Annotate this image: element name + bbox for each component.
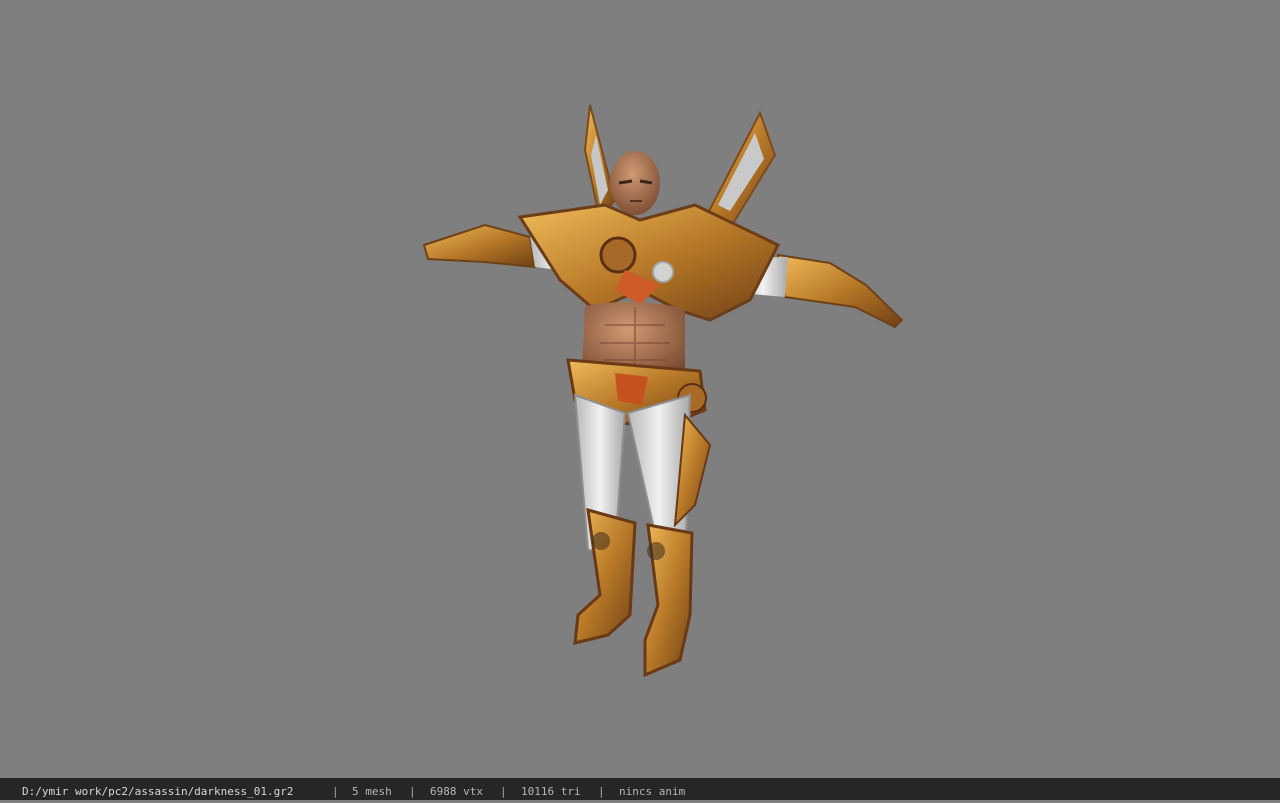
3d-viewport[interactable] (0, 0, 1280, 778)
character-model[interactable] (410, 95, 920, 685)
status-bar: D:/ymir work/pc2/assassin/darkness_01.gr… (0, 778, 1280, 800)
character-model-render (422, 104, 904, 678)
